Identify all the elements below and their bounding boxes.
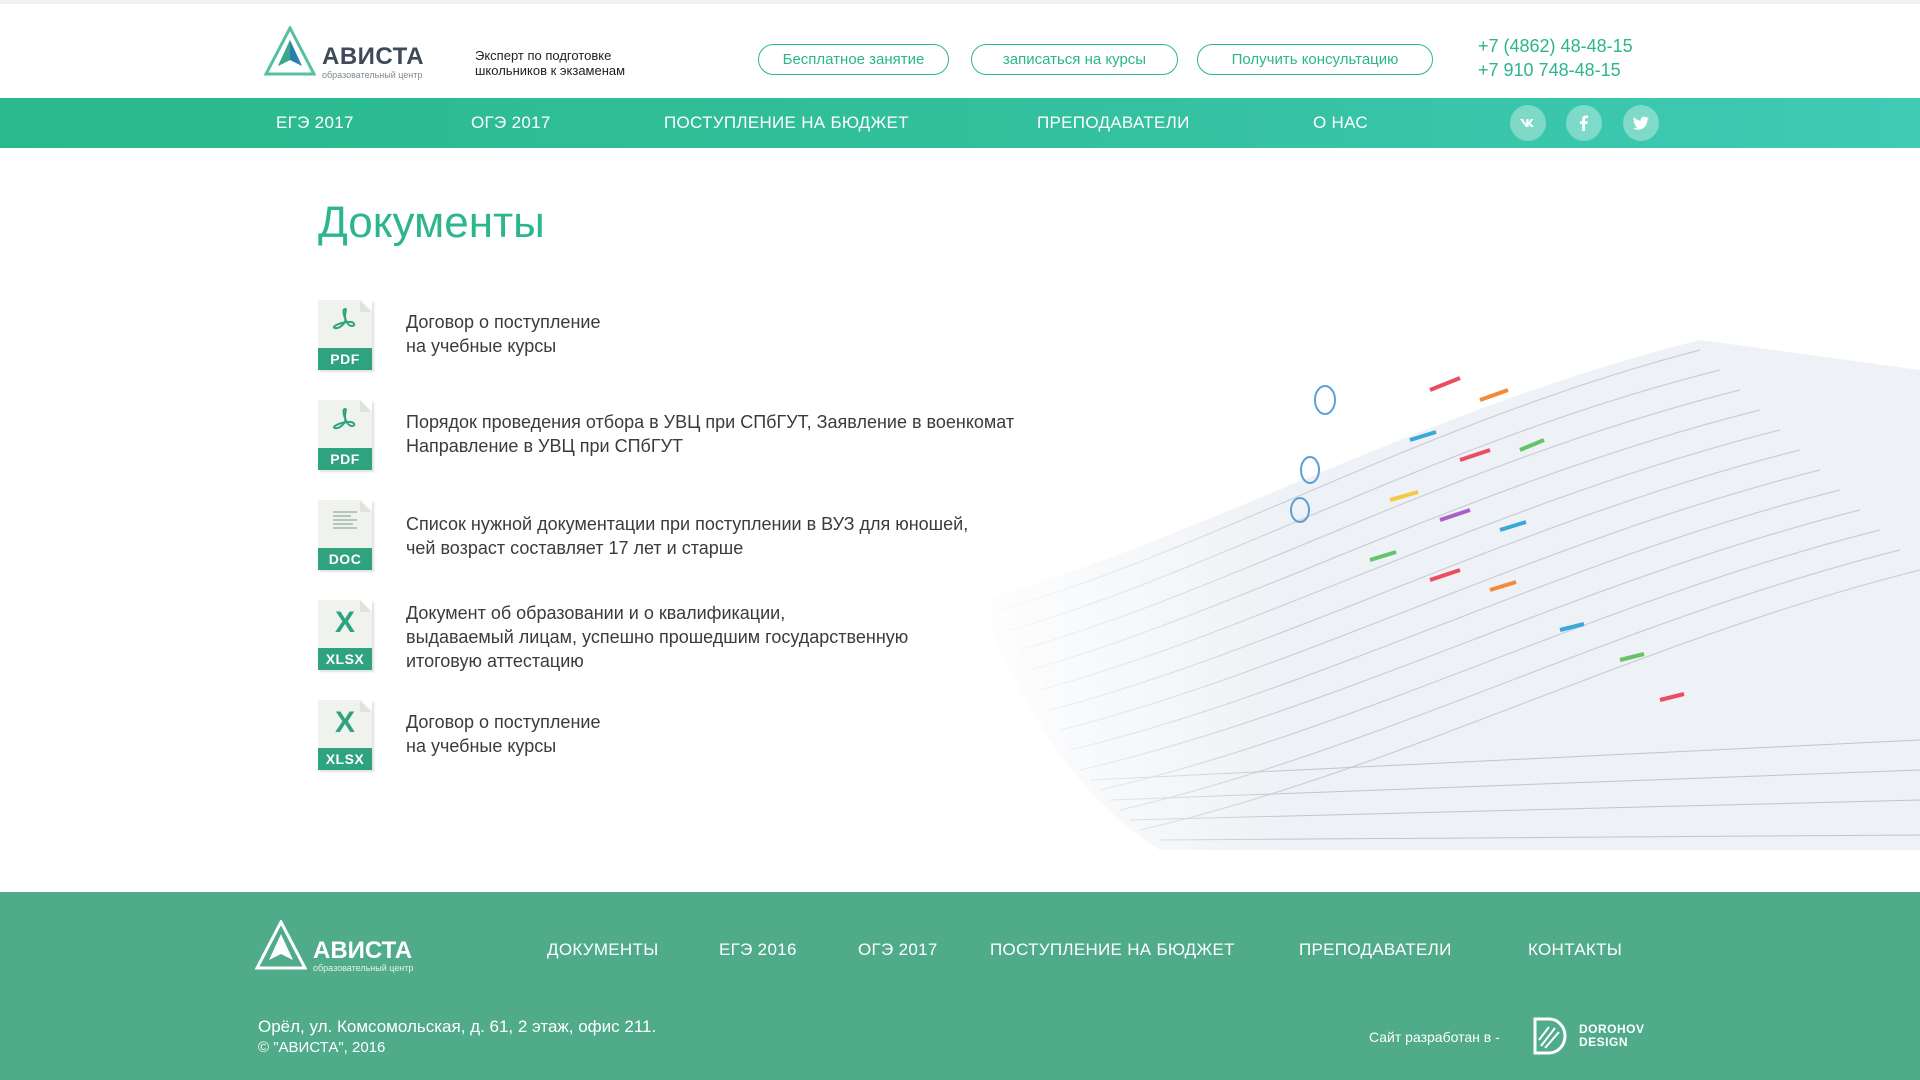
document-link[interactable]: Документ об образовании и о квалификации… xyxy=(406,601,1126,673)
nav-item-about[interactable]: О НАС xyxy=(1313,98,1368,148)
document-item[interactable]: X XLSX Документ об образовании и о квали… xyxy=(318,600,1126,673)
pdf-file-icon[interactable]: PDF xyxy=(318,300,374,372)
developer-name-line2: DESIGN xyxy=(1579,1035,1629,1049)
xlsx-file-icon[interactable]: X XLSX xyxy=(318,700,374,772)
dorohov-logo-icon xyxy=(1533,1017,1567,1055)
document-item[interactable]: X XLSX Договор о поступление на учебные к… xyxy=(318,700,1126,772)
phones: +7 (4862) 48-48-15 +7 910 748-48-15 xyxy=(1478,34,1633,82)
footer-nav-budget[interactable]: ПОСТУПЛЕНИЕ НА БЮДЖЕТ xyxy=(990,940,1235,960)
nav-item-ege[interactable]: ЕГЭ 2017 xyxy=(276,98,354,148)
file-type-label: PDF xyxy=(318,448,372,470)
file-type-label: DOC xyxy=(318,548,372,570)
logo-brand: АВИСТА xyxy=(322,43,425,70)
footer-nav-teachers[interactable]: ПРЕПОДАВАТЕЛИ xyxy=(1299,940,1452,960)
free-lesson-button[interactable]: Бесплатное занятие xyxy=(758,44,949,75)
nav-item-oge[interactable]: ОГЭ 2017 xyxy=(471,98,551,148)
address: Орёл, ул. Комсомольская, д. 61, 2 этаж, … xyxy=(258,1017,657,1036)
developer-logo[interactable]: DOROHOV DESIGN xyxy=(1531,1016,1645,1056)
header-logo[interactable]: АВИСТА образовательный центр xyxy=(264,26,424,80)
tagline: Эксперт по подготовке школьников к экзам… xyxy=(475,48,626,78)
enroll-button[interactable]: записаться на курсы xyxy=(971,44,1178,75)
phone-link[interactable]: +7 910 748-48-15 xyxy=(1478,58,1633,82)
footer-brand-subtitle: образовательный центр xyxy=(313,963,414,973)
footer-nav-contacts[interactable]: КОНТАКТЫ xyxy=(1528,940,1622,960)
file-type-label: PDF xyxy=(318,348,372,370)
logo-subtitle: образовательный центр xyxy=(322,70,423,80)
footer-logo[interactable]: АВИСТА образовательный центр xyxy=(255,920,413,973)
phone-link[interactable]: +7 (4862) 48-48-15 xyxy=(1478,34,1633,58)
excel-x-glyph: X xyxy=(334,606,355,639)
developer-label: Сайт разработан в - xyxy=(1369,1029,1500,1045)
document-link[interactable]: Список нужной документации при поступлен… xyxy=(406,512,1126,560)
document-link[interactable]: Порядок проведения отбора в УВЦ при СПбГ… xyxy=(406,410,1126,458)
twitter-icon[interactable] xyxy=(1623,105,1659,141)
file-type-label: XLSX xyxy=(318,648,372,670)
excel-x-glyph: X xyxy=(334,706,355,739)
main-nav: ЕГЭ 2017 ОГЭ 2017 ПОСТУПЛЕНИЕ НА БЮДЖЕТ … xyxy=(0,98,1920,148)
file-type-label: XLSX xyxy=(318,748,372,770)
vk-icon[interactable] xyxy=(1510,105,1546,141)
nav-item-teachers[interactable]: ПРЕПОДАВАТЕЛИ xyxy=(1037,98,1190,148)
footer-address-block: Орёл, ул. Комсомольская, д. 61, 2 этаж, … xyxy=(258,1016,656,1058)
consultation-button[interactable]: Получить консультацию xyxy=(1197,44,1433,75)
document-item[interactable]: PDF Порядок проведения отбора в УВЦ при … xyxy=(318,400,1126,472)
site-header: АВИСТА образовательный центр Эксперт по … xyxy=(0,0,1920,98)
footer-nav-documents[interactable]: ДОКУМЕНТЫ xyxy=(547,940,659,960)
pdf-file-icon[interactable]: PDF xyxy=(318,400,374,472)
logo-triangle-icon xyxy=(264,26,316,76)
copyright: © "АВИСТА", 2016 xyxy=(258,1039,386,1056)
facebook-icon[interactable] xyxy=(1566,105,1602,141)
document-link[interactable]: Договор о поступление на учебные курсы xyxy=(406,710,1126,758)
nav-item-budget[interactable]: ПОСТУПЛЕНИЕ НА БЮДЖЕТ xyxy=(664,98,909,148)
footer-nav-ege[interactable]: ЕГЭ 2016 xyxy=(719,940,797,960)
document-item[interactable]: DOC Список нужной документации при посту… xyxy=(318,500,1126,572)
xlsx-file-icon[interactable]: X XLSX xyxy=(318,600,374,672)
footer-nav-oge[interactable]: ОГЭ 2017 xyxy=(858,940,938,960)
doc-file-icon[interactable]: DOC xyxy=(318,500,374,572)
document-item[interactable]: PDF Договор о поступление на учебные курс… xyxy=(318,300,1126,372)
logo-triangle-icon xyxy=(255,920,307,970)
page-title: Документы xyxy=(318,198,545,247)
site-footer: АВИСТА образовательный центр ДОКУМЕНТЫ Е… xyxy=(0,892,1920,1080)
footer-brand: АВИСТА xyxy=(313,937,413,964)
document-link[interactable]: Договор о поступление на учебные курсы xyxy=(406,310,1126,358)
